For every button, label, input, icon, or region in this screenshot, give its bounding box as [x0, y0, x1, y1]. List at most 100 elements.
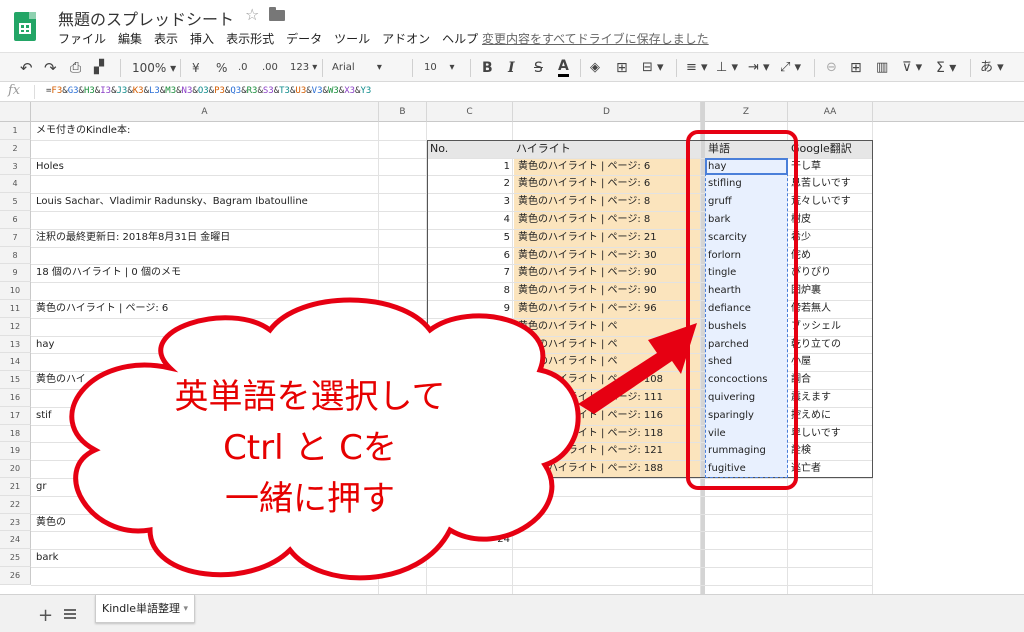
document-title[interactable]: 無題のスプレッドシート	[58, 6, 234, 30]
menu-format[interactable]: 表示形式	[226, 30, 274, 47]
paint-format-icon[interactable]: ▞	[94, 58, 104, 78]
currency-format-button[interactable]: ¥	[192, 58, 200, 78]
merge-cells-icon[interactable]: ⊟ ▾	[642, 58, 664, 78]
row-header-23[interactable]: 23	[0, 513, 31, 532]
menu-file[interactable]: ファイル	[58, 30, 106, 47]
row-header-7[interactable]: 7	[0, 228, 31, 247]
menu-tools[interactable]: ツール	[334, 30, 370, 47]
row-header-10[interactable]: 10	[0, 282, 31, 300]
row-header-24[interactable]: 24	[0, 531, 31, 550]
folder-icon[interactable]	[269, 7, 285, 21]
cell-a9[interactable]: 18 個のハイライト | 0 個のメモ	[36, 264, 376, 282]
vertical-align-icon[interactable]: ⊥ ▾	[716, 58, 738, 78]
increase-decimal-button[interactable]: .00	[262, 58, 278, 78]
horizontal-align-icon[interactable]: ≡ ▾	[686, 58, 708, 78]
save-status-link[interactable]: 変更内容をすべてドライブに保存しました	[482, 30, 709, 47]
select-all-corner[interactable]	[0, 102, 31, 122]
sheet-tabs-bar: + Kindle単語整理 ▾	[0, 594, 1024, 632]
italic-button[interactable]: I	[508, 58, 515, 78]
print-icon[interactable]: ⎙	[70, 58, 81, 78]
menu-data[interactable]: データ	[286, 30, 322, 47]
cell-a1[interactable]: メモ付きのKindle本:	[36, 122, 376, 140]
cell-a5[interactable]: Louis Sachar、Vladimir Radunsky、Bagram Ib…	[36, 193, 376, 211]
row-header-8[interactable]: 8	[0, 246, 31, 265]
bold-button[interactable]: B	[482, 58, 493, 78]
formula-input[interactable]: =F3&G3&H3&I3&J3&K3&L3&M3&N3&O3&P3&Q3&R3&…	[46, 86, 371, 96]
link-icon[interactable]: ⊖	[826, 58, 837, 78]
row-header-14[interactable]: 14	[0, 353, 31, 372]
cell-no-extra-24[interactable]: 24	[427, 531, 513, 549]
row-header-3[interactable]: 3	[0, 157, 31, 176]
row-gridline	[31, 567, 873, 568]
row-header-18[interactable]: 18	[0, 424, 31, 443]
row-header-21[interactable]: 21	[0, 478, 31, 496]
decrease-decimal-button[interactable]: .0	[238, 58, 248, 78]
annotation-text: 英単語を選択して Ctrl と Cを 一緒に押す	[100, 372, 520, 525]
row-header-6[interactable]: 6	[0, 211, 31, 229]
column-header-d[interactable]: D	[513, 102, 701, 122]
column-header-c[interactable]: C	[427, 102, 513, 122]
cell-a3[interactable]: Holes	[36, 158, 376, 176]
percent-format-button[interactable]: %	[216, 58, 227, 78]
row-header-22[interactable]: 22	[0, 495, 31, 514]
menu-edit[interactable]: 編集	[118, 30, 142, 47]
row-header-12[interactable]: 12	[0, 317, 31, 336]
all-sheets-icon[interactable]	[64, 609, 76, 619]
column-header-b[interactable]: B	[379, 102, 427, 122]
cell-a13[interactable]: hay	[36, 336, 376, 354]
column-header-a[interactable]: A	[31, 102, 379, 122]
text-color-button[interactable]: A	[558, 58, 569, 77]
cell-a11[interactable]: 黄色のハイライト | ページ: 6	[36, 300, 376, 318]
menu-addons[interactable]: アドオン	[382, 30, 430, 47]
sheet-tab-menu-icon[interactable]: ▾	[183, 595, 188, 623]
row-header-11[interactable]: 11	[0, 300, 31, 318]
menu-help[interactable]: ヘルプ	[442, 30, 478, 47]
star-icon[interactable]: ☆	[245, 5, 259, 24]
menu-bar: ファイル 編集 表示 挿入 表示形式 データ ツール アドオン ヘルプ	[58, 30, 478, 47]
fill-color-icon[interactable]: ◈	[590, 58, 600, 78]
add-sheet-icon[interactable]: +	[38, 605, 53, 626]
undo-icon[interactable]: ↶	[20, 58, 33, 78]
row-header-15[interactable]: 15	[0, 371, 31, 389]
input-tools-button[interactable]: あ ▾	[980, 58, 1004, 78]
menu-insert[interactable]: 挿入	[190, 30, 214, 47]
row-header-25[interactable]: 25	[0, 549, 31, 567]
font-family-select[interactable]: Arial ▾	[332, 58, 382, 78]
row-header-19[interactable]: 19	[0, 442, 31, 461]
more-formats-select[interactable]: 123 ▾	[290, 58, 317, 78]
row-header-16[interactable]: 16	[0, 389, 31, 407]
row-header-17[interactable]: 17	[0, 406, 31, 425]
row-header-20[interactable]: 20	[0, 460, 31, 478]
row-gridline	[31, 584, 873, 586]
text-rotation-icon[interactable]: ⤢ ▾	[780, 58, 801, 78]
annotation-line-3: 一緒に押す	[225, 479, 395, 519]
fx-label: fx	[8, 83, 21, 98]
row-header-1[interactable]: 1	[0, 122, 31, 140]
redo-icon[interactable]: ↷	[44, 58, 57, 78]
insert-comment-icon[interactable]: ⊞	[850, 58, 862, 78]
font-size-select[interactable]: 10 ▾	[424, 58, 454, 78]
column-header-z[interactable]: Z	[705, 102, 788, 122]
row-header-5[interactable]: 5	[0, 193, 31, 211]
strikethrough-button[interactable]: S	[534, 58, 543, 78]
menu-view[interactable]: 表示	[154, 30, 178, 47]
row-header-9[interactable]: 9	[0, 264, 31, 283]
row-header-13[interactable]: 13	[0, 335, 31, 354]
column-header-aa[interactable]: AA	[788, 102, 873, 122]
borders-icon[interactable]: ⊞	[616, 58, 628, 78]
insert-chart-icon[interactable]: ▥	[876, 58, 888, 78]
annotation-line-2: Ctrl と Cを	[223, 428, 397, 468]
cell-a7[interactable]: 注釈の最終更新日: 2018年8月31日 金曜日	[36, 229, 376, 247]
column-header-empty	[873, 102, 1024, 122]
text-wrap-icon[interactable]: ⇥ ▾	[748, 58, 770, 78]
zoom-select[interactable]: 100% ▾	[132, 58, 176, 78]
filter-icon[interactable]: ⊽ ▾	[902, 58, 922, 78]
row-header-4[interactable]: 4	[0, 175, 31, 194]
functions-button[interactable]: Σ ▾	[936, 58, 956, 78]
row-header-26[interactable]: 26	[0, 567, 31, 585]
formula-bar: fx =F3&G3&H3&I3&J3&K3&L3&M3&N3&O3&P3&Q3&…	[0, 82, 1024, 102]
cell-a25[interactable]: bark	[36, 549, 376, 567]
row-header-2[interactable]: 2	[0, 139, 31, 158]
sheet-tab[interactable]: Kindle単語整理 ▾	[95, 595, 195, 623]
sheets-logo-icon[interactable]	[14, 12, 36, 41]
